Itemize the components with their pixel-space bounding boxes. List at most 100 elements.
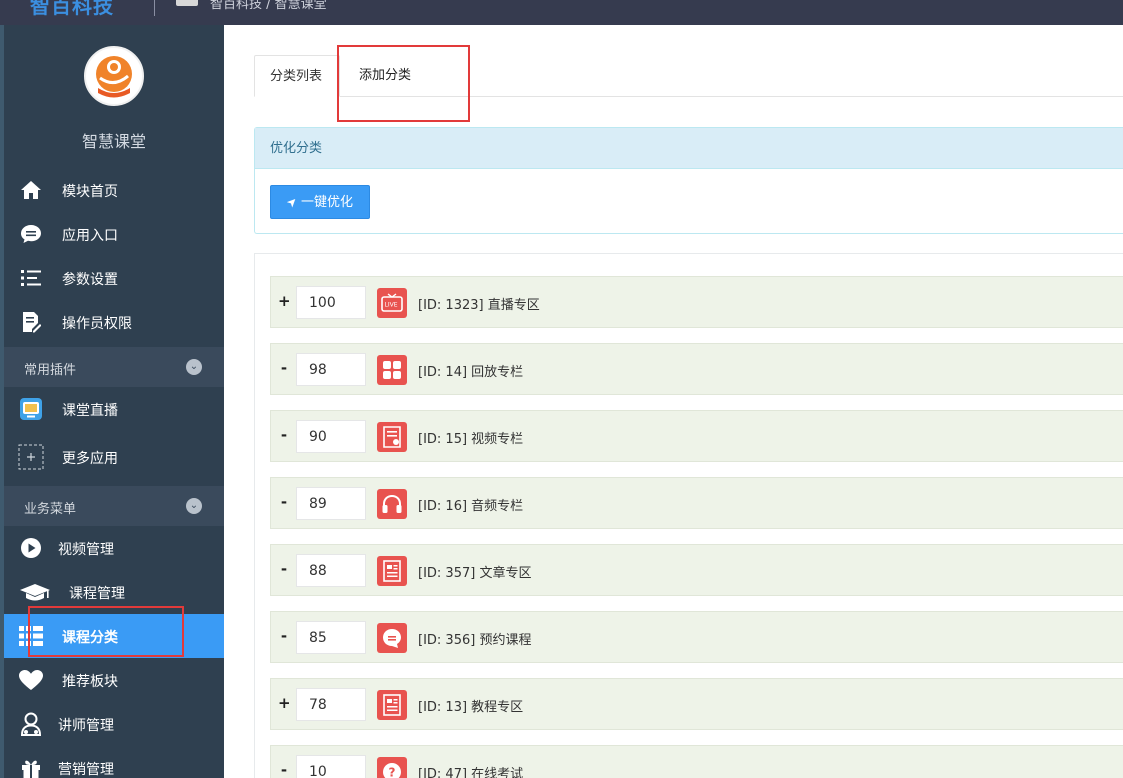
- live-icon: LIVE: [377, 288, 407, 318]
- expand-toggle[interactable]: +: [278, 292, 291, 310]
- tab-add-category[interactable]: 添加分类: [344, 55, 464, 97]
- grid-list-icon: [18, 624, 44, 648]
- sort-order-input[interactable]: [296, 554, 366, 587]
- heart-icon: [18, 668, 44, 692]
- sidebar-item-label: 营销管理: [58, 762, 114, 778]
- article-icon: [377, 556, 407, 586]
- sidebar-group-label: 常用插件: [24, 363, 77, 378]
- play-icon: [18, 536, 44, 560]
- home-icon: [18, 178, 44, 202]
- optimize-panel-heading: 优化分类: [255, 128, 1123, 169]
- sort-order-input[interactable]: [296, 621, 366, 654]
- sidebar-item-label: 模块首页: [62, 184, 118, 200]
- sidebar-item-operator-permissions[interactable]: 操作员权限: [4, 300, 224, 344]
- expand-toggle[interactable]: +: [278, 694, 291, 712]
- category-row: - [ID: 15] 视频专栏: [270, 410, 1123, 462]
- main-content: 分类列表 添加分类 优化分类 ➤一键优化 + LIVE [ID: 1323] 直…: [224, 25, 1123, 778]
- category-name: [ID: 16] 音频专栏: [418, 499, 524, 514]
- expand-toggle[interactable]: -: [278, 627, 290, 645]
- sort-order-input[interactable]: [296, 487, 366, 520]
- category-row: + LIVE [ID: 1323] 直播专区: [270, 276, 1123, 328]
- category-name: [ID: 356] 预约课程: [418, 633, 532, 648]
- grid-icon: [377, 355, 407, 385]
- category-name: [ID: 47] 在线考试: [418, 767, 524, 778]
- category-row: - [ID: 357] 文章专区: [270, 544, 1123, 596]
- sidebar-item-recommended-blocks[interactable]: 推荐板块: [4, 658, 224, 702]
- home-icon[interactable]: [176, 0, 198, 6]
- sidebar-item-course-category[interactable]: 课程分类: [4, 614, 224, 658]
- svg-text:LIVE: LIVE: [385, 302, 398, 309]
- sidebar-item-label: 参数设置: [62, 272, 118, 288]
- expand-toggle[interactable]: -: [278, 359, 290, 377]
- expand-toggle[interactable]: -: [278, 426, 290, 444]
- tab-category-list[interactable]: 分类列表: [254, 55, 340, 97]
- chevron-down-icon[interactable]: ⌄: [186, 359, 202, 375]
- plus-box-icon: [18, 444, 44, 470]
- category-row: - [ID: 14] 回放专栏: [270, 343, 1123, 395]
- sidebar-item-label: 课堂直播: [62, 403, 118, 419]
- sidebar-item-module-home[interactable]: 模块首页: [4, 168, 224, 212]
- expand-toggle[interactable]: -: [278, 560, 290, 578]
- category-name: [ID: 14] 回放专栏: [418, 365, 524, 380]
- sidebar-item-label: 应用入口: [62, 228, 118, 244]
- sidebar-item-classroom-live[interactable]: 课堂直播: [4, 387, 224, 431]
- category-name: [ID: 15] 视频专栏: [418, 432, 524, 447]
- sidebar: 智慧课堂 模块首页 应用入口 参数设置 操作员权限 常用插件 ⌄ 课堂直播 更多…: [0, 25, 224, 778]
- sidebar-item-label: 讲师管理: [58, 718, 114, 734]
- category-row: - [ID: 16] 音频专栏: [270, 477, 1123, 529]
- sidebar-item-app-entry[interactable]: 应用入口: [4, 212, 224, 256]
- chat-bubble-icon: [377, 623, 407, 653]
- sidebar-header: 智慧课堂: [4, 25, 224, 165]
- sidebar-item-label: 推荐板块: [62, 674, 118, 690]
- edit-document-icon: [18, 310, 44, 334]
- tab-bar: 分类列表 添加分类: [254, 55, 1123, 97]
- sidebar-item-label: 课程管理: [69, 586, 125, 602]
- top-divider: [154, 0, 155, 16]
- category-list-panel: + LIVE [ID: 1323] 直播专区 - [ID: 14] 回放专栏 -…: [254, 253, 1123, 778]
- sort-order-input[interactable]: [296, 286, 366, 319]
- sidebar-group-label: 业务菜单: [24, 502, 77, 517]
- gift-icon: [18, 756, 44, 778]
- category-row: - [ID: 356] 预约课程: [270, 611, 1123, 663]
- category-row: - ? [ID: 47] 在线考试: [270, 745, 1123, 778]
- category-name: [ID: 1323] 直播专区: [418, 298, 540, 313]
- optimize-panel: 优化分类 ➤一键优化: [254, 127, 1123, 234]
- sidebar-group-business-menu[interactable]: 业务菜单 ⌄: [4, 486, 224, 526]
- chevron-down-icon[interactable]: ⌄: [186, 498, 202, 514]
- category-name: [ID: 13] 教程专区: [418, 700, 524, 715]
- sidebar-item-more-apps[interactable]: 更多应用: [4, 435, 224, 479]
- top-bar: 智百科技 智百科技 / 智慧课堂: [0, 0, 1123, 25]
- breadcrumb: 智百科技 / 智慧课堂: [210, 0, 327, 12]
- chat-icon: [18, 222, 44, 246]
- user-teacher-icon: [18, 712, 44, 736]
- sort-order-input[interactable]: [296, 353, 366, 386]
- one-click-optimize-button[interactable]: ➤一键优化: [270, 185, 370, 219]
- sort-order-input[interactable]: [296, 755, 366, 778]
- app-title: 智慧课堂: [81, 132, 146, 151]
- sidebar-item-label: 操作员权限: [62, 316, 132, 332]
- sidebar-group-common-plugins[interactable]: 常用插件 ⌄: [4, 347, 224, 387]
- sort-order-input[interactable]: [296, 688, 366, 721]
- sort-order-input[interactable]: [296, 420, 366, 453]
- sidebar-item-video-management[interactable]: 视频管理: [4, 526, 224, 570]
- svg-text:?: ?: [389, 766, 396, 778]
- sidebar-item-label: 视频管理: [58, 542, 114, 558]
- live-tv-icon: [18, 397, 44, 421]
- article-icon: [377, 690, 407, 720]
- list-settings-icon: [18, 266, 44, 290]
- sidebar-item-parameter-settings[interactable]: 参数设置: [4, 256, 224, 300]
- sidebar-item-course-management[interactable]: 课程管理: [4, 570, 224, 614]
- sidebar-item-marketing-management[interactable]: 营销管理: [4, 746, 224, 778]
- sidebar-item-teacher-management[interactable]: 讲师管理: [4, 702, 224, 746]
- sidebar-item-label: 更多应用: [62, 451, 118, 467]
- sidebar-item-label: 课程分类: [62, 630, 118, 646]
- category-name: [ID: 357] 文章专区: [418, 566, 532, 581]
- brand-logo[interactable]: 智百科技: [30, 0, 114, 19]
- expand-toggle[interactable]: -: [278, 493, 290, 511]
- headphones-icon: [377, 489, 407, 519]
- expand-toggle[interactable]: -: [278, 761, 290, 778]
- app-logo-avatar: [84, 46, 144, 106]
- category-row: + [ID: 13] 教程专区: [270, 678, 1123, 730]
- doc-icon: [377, 422, 407, 452]
- graduation-cap-icon: [18, 580, 52, 604]
